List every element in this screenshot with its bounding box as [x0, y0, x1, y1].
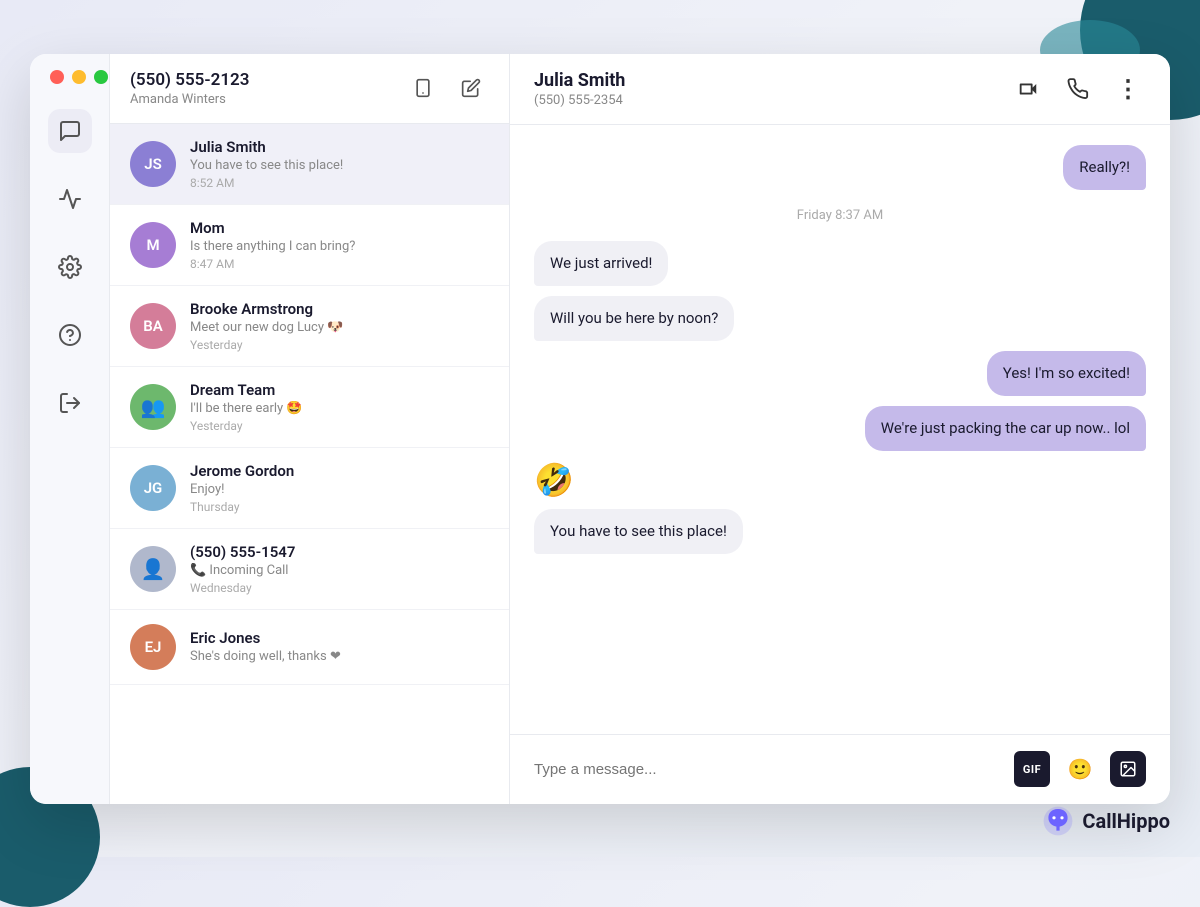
callhippo-logo: [1042, 805, 1074, 837]
message-excited: Yes! I'm so excited!: [987, 351, 1146, 396]
avatar-dream-team: 👥: [130, 384, 176, 430]
conv-details-eric-jones: Eric Jones She's doing well, thanks ❤: [190, 629, 489, 664]
message-see-place: You have to see this place!: [534, 509, 743, 554]
avatar-brooke-armstrong: BA: [130, 303, 176, 349]
chat-header: Julia Smith (550) 555-2354 ⋮: [510, 54, 1170, 125]
conv-name-unknown-caller: (550) 555-1547: [190, 543, 489, 561]
chat-contact-name: Julia Smith: [534, 70, 625, 91]
avatar-eric-jones: EJ: [130, 624, 176, 670]
conv-preview-brooke-armstrong: Meet our new dog Lucy 🐶: [190, 320, 489, 335]
conv-item-brooke-armstrong[interactable]: BA Brooke Armstrong Meet our new dog Luc…: [110, 286, 509, 367]
conv-preview-julia-smith: You have to see this place!: [190, 158, 489, 173]
message-noon: Will you be here by noon?: [534, 296, 734, 341]
app-body: (550) 555-2123 Amanda Winters: [30, 54, 1170, 804]
avatar-unknown-caller: 👤: [130, 546, 176, 592]
conv-item-julia-smith[interactable]: JS Julia Smith You have to see this plac…: [110, 124, 509, 205]
emoji-button[interactable]: 🙂: [1062, 751, 1098, 787]
conv-details-unknown-caller: (550) 555-1547 📞 Incoming Call Wednesday: [190, 543, 489, 595]
branding: CallHippo: [1042, 805, 1170, 837]
conv-preview-dream-team: I'll be there early 🤩: [190, 401, 489, 416]
sidebar-item-messages[interactable]: [48, 109, 92, 153]
conv-item-eric-jones[interactable]: EJ Eric Jones She's doing well, thanks ❤: [110, 610, 509, 685]
conv-time-jerome-gordon: Thursday: [190, 500, 489, 514]
account-name: Amanda Winters: [130, 92, 249, 107]
conv-time-julia-smith: 8:52 AM: [190, 176, 489, 190]
sidebar-item-activity[interactable]: [48, 177, 92, 221]
conv-preview-mom: Is there anything I can bring?: [190, 239, 489, 254]
conv-details-julia-smith: Julia Smith You have to see this place! …: [190, 138, 489, 190]
phone-call-button[interactable]: [1060, 71, 1096, 107]
message-input-area: GIF 🙂: [510, 734, 1170, 804]
message-really: Really?!: [1063, 145, 1146, 190]
window-maximize-btn[interactable]: [94, 70, 108, 84]
conv-item-mom[interactable]: M Mom Is there anything I can bring? 8:4…: [110, 205, 509, 286]
conv-details-dream-team: Dream Team I'll be there early 🤩 Yesterd…: [190, 381, 489, 433]
window-close-btn[interactable]: [50, 70, 64, 84]
more-options-button[interactable]: ⋮: [1110, 71, 1146, 107]
conv-time-dream-team: Yesterday: [190, 419, 489, 433]
messages-area: Really?! Friday 8:37 AM We just arrived!…: [510, 125, 1170, 734]
app-window: (550) 555-2123 Amanda Winters: [30, 54, 1170, 804]
conv-details-mom: Mom Is there anything I can bring? 8:47 …: [190, 219, 489, 271]
chat-contact-phone: (550) 555-2354: [534, 93, 625, 108]
avatar-jerome-gordon: JG: [130, 465, 176, 511]
conversations-panel: (550) 555-2123 Amanda Winters: [110, 54, 510, 804]
conv-details-jerome-gordon: Jerome Gordon Enjoy! Thursday: [190, 462, 489, 514]
message-emoji: 🤣: [534, 461, 574, 499]
chat-header-actions: ⋮: [1010, 71, 1146, 107]
conv-item-unknown-caller[interactable]: 👤 (550) 555-1547 📞 Incoming Call Wednesd…: [110, 529, 509, 610]
conv-time-brooke-armstrong: Yesterday: [190, 338, 489, 352]
conversations-list: JS Julia Smith You have to see this plac…: [110, 124, 509, 804]
sidebar-item-help[interactable]: [48, 313, 92, 357]
sidebar-item-logout[interactable]: [48, 381, 92, 425]
dialpad-icon[interactable]: [405, 70, 441, 106]
avatar-mom: M: [130, 222, 176, 268]
conv-name-eric-jones: Eric Jones: [190, 629, 489, 647]
sidebar-item-settings[interactable]: [48, 245, 92, 289]
conv-name-brooke-armstrong: Brooke Armstrong: [190, 300, 489, 318]
conv-name-jerome-gordon: Jerome Gordon: [190, 462, 489, 480]
message-packing: We're just packing the car up now.. lol: [865, 406, 1146, 451]
sidebar: [30, 54, 110, 804]
conv-preview-eric-jones: She's doing well, thanks ❤: [190, 649, 489, 664]
conv-name-dream-team: Dream Team: [190, 381, 489, 399]
conv-item-jerome-gordon[interactable]: JG Jerome Gordon Enjoy! Thursday: [110, 448, 509, 529]
conv-preview-jerome-gordon: Enjoy!: [190, 482, 489, 497]
image-button[interactable]: [1110, 751, 1146, 787]
brand-name-text: CallHippo: [1082, 809, 1170, 833]
conv-time-unknown-caller: Wednesday: [190, 581, 489, 595]
compose-icon[interactable]: [453, 70, 489, 106]
gif-button[interactable]: GIF: [1014, 751, 1050, 787]
conv-preview-unknown-caller: 📞 Incoming Call: [190, 563, 489, 578]
conversations-header: (550) 555-2123 Amanda Winters: [110, 54, 509, 124]
conv-name-mom: Mom: [190, 219, 489, 237]
conv-name-julia-smith: Julia Smith: [190, 138, 489, 156]
chat-contact-info: Julia Smith (550) 555-2354: [534, 70, 625, 108]
message-arrived: We just arrived!: [534, 241, 668, 286]
conversations-header-info: (550) 555-2123 Amanda Winters: [130, 70, 249, 107]
avatar-julia-smith: JS: [130, 141, 176, 187]
video-call-button[interactable]: [1010, 71, 1046, 107]
message-input[interactable]: [534, 761, 1002, 778]
account-phone: (550) 555-2123: [130, 70, 249, 90]
conv-time-mom: 8:47 AM: [190, 257, 489, 271]
window-controls: [50, 70, 108, 84]
chat-panel: Julia Smith (550) 555-2354 ⋮: [510, 54, 1170, 804]
window-minimize-btn[interactable]: [72, 70, 86, 84]
conv-details-brooke-armstrong: Brooke Armstrong Meet our new dog Lucy 🐶…: [190, 300, 489, 352]
message-timestamp-friday: Friday 8:37 AM: [534, 208, 1146, 223]
conversations-header-actions: [405, 70, 489, 106]
conv-item-dream-team[interactable]: 👥 Dream Team I'll be there early 🤩 Yeste…: [110, 367, 509, 448]
